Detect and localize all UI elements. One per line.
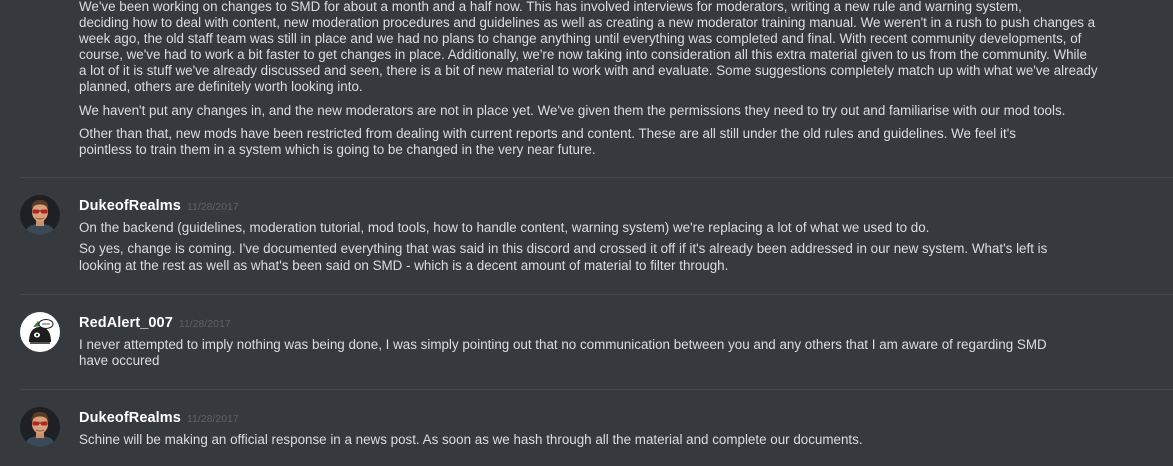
username[interactable]: DukeofRealms <box>79 198 181 214</box>
message-line: week ago, the old staff team was still i… <box>79 31 1082 46</box>
timestamp: 11/28/2017 <box>186 201 239 213</box>
message-group: DukeofRealms 11/28/2017 On the backend (g… <box>0 178 1173 278</box>
message-line: Schine will be making an official respon… <box>79 432 863 447</box>
message-line: We've been working on changes to SMD for… <box>79 0 1022 14</box>
man-with-sunglasses-avatar-icon <box>20 195 60 235</box>
message-line: So yes, change is coming. I've documente… <box>79 241 1048 256</box>
message-line: deciding how to deal with content, new m… <box>79 15 1096 30</box>
chat-messages: We've been working on changes to SMD for… <box>0 0 1173 466</box>
message-line: I never attempted to imply nothing was b… <box>79 337 1047 352</box>
message-group: RedAlert_007 11/28/2017 I never attempted… <box>0 295 1173 375</box>
message-header: DukeofRealms 11/28/2017 <box>79 409 239 427</box>
message-line: On the backend (guidelines, moderation t… <box>79 220 930 235</box>
message-line: pointless to train them in a system whic… <box>79 142 596 157</box>
message-line: Other than that, new mods have been rest… <box>79 126 1016 141</box>
message-line: have occured <box>79 353 160 368</box>
timestamp: 11/28/2017 <box>178 318 231 330</box>
username[interactable]: DukeofRealms <box>79 410 181 426</box>
timestamp: 11/28/2017 <box>186 413 239 425</box>
message-line: course, we've had to work a bit faster t… <box>79 47 1087 62</box>
avatar[interactable] <box>20 407 60 447</box>
avatar[interactable] <box>20 312 60 352</box>
avatar[interactable] <box>20 195 60 235</box>
username[interactable]: RedAlert_007 <box>79 315 173 331</box>
message-continuation: We've been working on changes to SMD for… <box>0 0 1173 160</box>
message-header: RedAlert_007 11/28/2017 <box>79 314 231 332</box>
message-line: a lot of it is stuff we've already discu… <box>79 63 1098 78</box>
message-line: looking at the rest as well as what's be… <box>79 258 729 273</box>
message-group: DukeofRealms 11/28/2017 Schine will be ma… <box>0 390 1173 466</box>
message-line: planned, others are definitely worth loo… <box>79 79 363 94</box>
man-with-sunglasses-avatar-icon <box>20 407 60 447</box>
message-header: DukeofRealms 11/28/2017 <box>79 197 239 215</box>
message-line: We haven't put any changes in, and the n… <box>79 103 1066 118</box>
cartoon-character-avatar-icon <box>20 312 60 352</box>
